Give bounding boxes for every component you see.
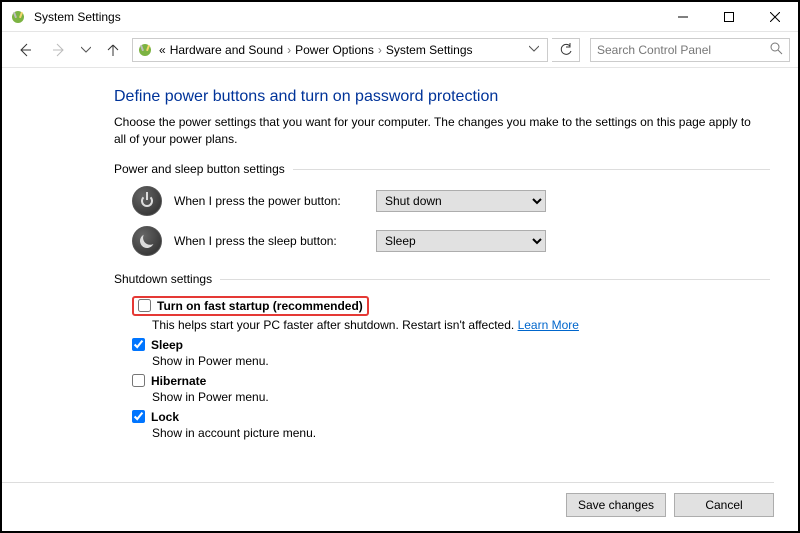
page-description: Choose the power settings that you want … [114,114,754,148]
power-button-select[interactable]: Shut down [376,190,546,212]
breadcrumb-item[interactable]: System Settings [386,43,473,57]
window-titlebar: System Settings [2,2,798,32]
sleep-label: Sleep [151,338,183,352]
fast-startup-checkbox[interactable] [138,299,151,312]
chevron-right-icon: › [378,43,382,57]
cancel-button[interactable]: Cancel [674,493,774,517]
hibernate-label: Hibernate [151,374,206,388]
breadcrumb-item[interactable]: Power Options [295,43,374,57]
footer-buttons: Save changes Cancel [2,482,774,517]
shutdown-settings-list: Turn on fast startup (recommended) This … [132,296,770,440]
fast-startup-label: Turn on fast startup (recommended) [157,299,363,313]
lock-description: Show in account picture menu. [152,426,770,440]
lock-checkbox[interactable] [132,410,145,423]
content-area: Define power buttons and turn on passwor… [2,68,798,440]
fast-startup-description: This helps start your PC faster after sh… [152,318,770,332]
sleep-button-row: When I press the sleep button: Sleep [132,226,770,256]
shutdown-item-fast-startup: Turn on fast startup (recommended) This … [132,296,770,332]
breadcrumb-prefix: « [159,43,166,57]
power-options-icon [10,9,26,25]
sleep-description: Show in Power menu. [152,354,770,368]
window-title: System Settings [34,10,121,24]
shutdown-item-hibernate: Hibernate Show in Power menu. [132,374,770,404]
breadcrumb[interactable]: « Hardware and Sound › Power Options › S… [159,43,473,57]
minimize-button[interactable] [660,2,706,32]
breadcrumb-item[interactable]: Hardware and Sound [170,43,283,57]
up-button[interactable] [98,36,128,64]
search-icon [770,42,783,58]
sleep-button-select[interactable]: Sleep [376,230,546,252]
sleep-checkbox[interactable] [132,338,145,351]
section-title-shutdown: Shutdown settings [114,272,770,286]
power-icon [132,186,162,216]
shutdown-item-lock: Lock Show in account picture menu. [132,410,770,440]
chevron-right-icon: › [287,43,291,57]
save-changes-button[interactable]: Save changes [566,493,666,517]
lock-label: Lock [151,410,179,424]
power-options-icon [137,42,153,58]
address-dropdown-button[interactable] [525,43,543,57]
hibernate-checkbox[interactable] [132,374,145,387]
power-button-label: When I press the power button: [174,194,364,208]
address-bar[interactable]: « Hardware and Sound › Power Options › S… [132,38,548,62]
navigation-bar: « Hardware and Sound › Power Options › S… [2,32,798,68]
forward-button[interactable] [44,36,74,64]
window-controls [660,2,798,32]
power-button-row: When I press the power button: Shut down [132,186,770,216]
sleep-icon [132,226,162,256]
page-heading: Define power buttons and turn on passwor… [114,88,770,106]
highlight-annotation: Turn on fast startup (recommended) [132,296,369,316]
search-input[interactable]: Search Control Panel [590,38,790,62]
hibernate-description: Show in Power menu. [152,390,770,404]
refresh-button[interactable] [552,38,580,62]
recent-locations-button[interactable] [78,36,94,64]
section-title-button-settings: Power and sleep button settings [114,162,770,176]
search-placeholder: Search Control Panel [597,43,711,57]
maximize-button[interactable] [706,2,752,32]
shutdown-item-sleep: Sleep Show in Power menu. [132,338,770,368]
close-button[interactable] [752,2,798,32]
back-button[interactable] [10,36,40,64]
sleep-button-label: When I press the sleep button: [174,234,364,248]
learn-more-link[interactable]: Learn More [518,318,579,332]
